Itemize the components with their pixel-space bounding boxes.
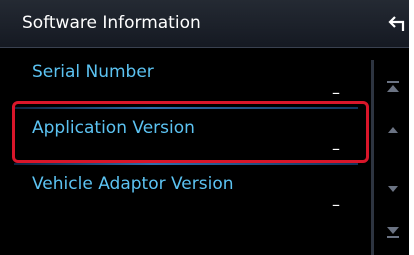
list-item-vehicle-adaptor-version[interactable]: Vehicle Adaptor Version –: [0, 160, 358, 221]
selection-highlight: [12, 101, 369, 163]
scroll-to-bottom-icon[interactable]: [384, 222, 402, 240]
scrollbar[interactable]: [358, 48, 409, 255]
page-title: Software Information: [22, 13, 201, 33]
scroll-track[interactable]: [371, 60, 374, 255]
software-information-screen: Software Information Serial Number – App…: [0, 0, 409, 255]
list-item-value: –: [332, 195, 340, 214]
list-item-value: –: [332, 83, 340, 102]
scroll-up-icon[interactable]: [384, 122, 402, 140]
list-item-label: Vehicle Adaptor Version: [32, 174, 234, 194]
scroll-down-icon[interactable]: [384, 179, 402, 197]
list-item-label: Serial Number: [32, 62, 154, 82]
scroll-to-top-icon[interactable]: [384, 79, 402, 97]
back-arrow-icon[interactable]: [387, 14, 407, 34]
list-item-serial-number[interactable]: Serial Number –: [0, 48, 358, 109]
header-bar: Software Information: [0, 0, 409, 48]
